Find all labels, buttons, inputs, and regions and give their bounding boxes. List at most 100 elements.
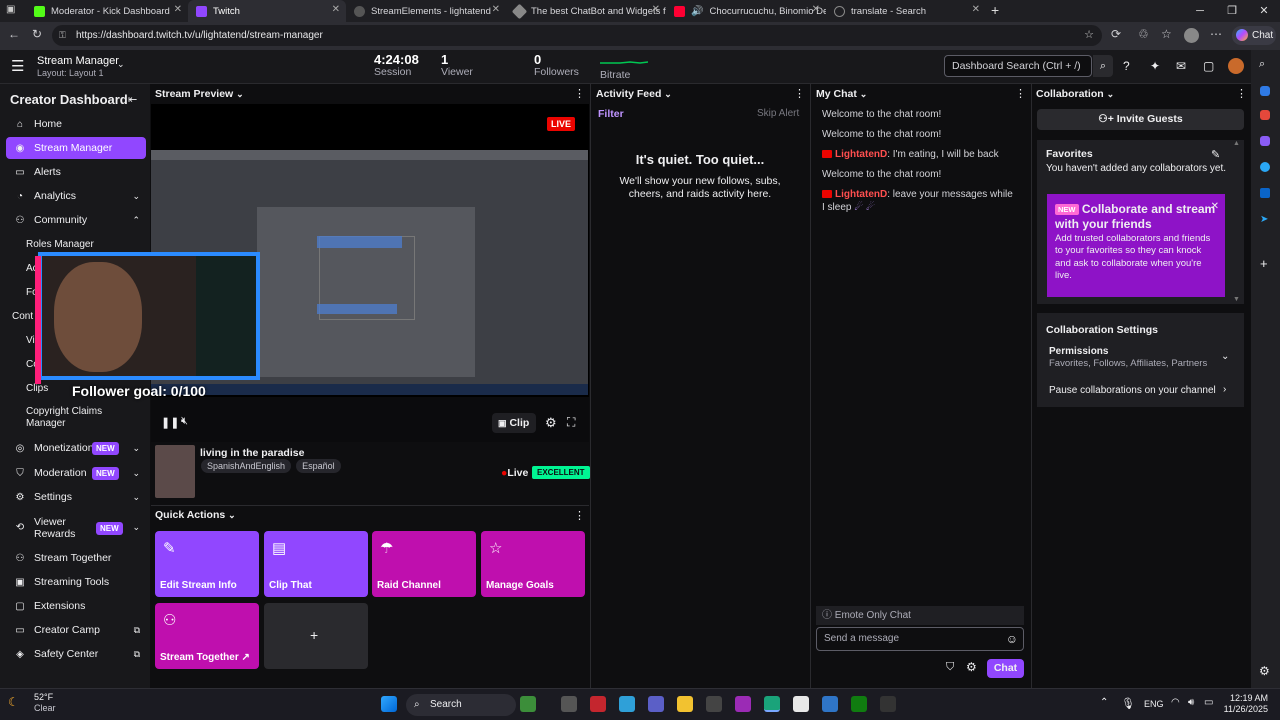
more-menu-icon[interactable]: ⋯ [1210,27,1222,41]
close-window-icon[interactable]: ✕ [1248,0,1280,22]
sidebar-item-community[interactable]: ⚇ Community ⌃ [6,209,146,231]
back-icon[interactable]: ← [8,27,20,41]
pause-icon[interactable]: ❚❚ [161,416,179,429]
user-avatar[interactable] [1228,58,1244,74]
site-info-icon[interactable]: ⚿ [59,25,66,46]
chat-send-button[interactable]: Chat [987,659,1024,678]
url-field[interactable]: ⚿ https://dashboard.twitch.tv/u/lightate… [52,25,1102,46]
copilot-chat-button[interactable]: Chat [1232,26,1276,45]
tab-actions-icon[interactable]: ▣ [6,4,15,15]
close-icon[interactable]: ✕ [1211,201,1219,212]
copilot-app-icon[interactable] [619,696,635,712]
collapse-sidebar-icon[interactable]: ⇤ [128,93,137,106]
tag-chip[interactable]: SpanishAndEnglish [201,459,292,473]
extensions-icon[interactable]: ⟳ [1111,27,1121,41]
tools-icon[interactable] [1260,110,1270,120]
sidebar-item-settings[interactable]: ⚙ Settings ⌄ [6,486,146,508]
chevron-right-icon[interactable]: › [1223,384,1226,395]
sidebar-subitem-copyright[interactable]: Copyright Claims [26,406,102,417]
close-icon[interactable]: ✕ [332,4,340,15]
refresh-icon[interactable]: ↻ [32,27,42,41]
edge-browser-icon[interactable] [764,696,780,712]
collaboration-header[interactable]: Collaboration ⌄ [1036,88,1114,106]
more-options-icon[interactable]: ⋮ [1236,87,1247,100]
app-icon[interactable] [822,696,838,712]
invite-guests-button[interactable]: ⚇+ Invite Guests [1037,109,1244,130]
dashboard-search-input[interactable]: Dashboard Search (Ctrl + /) [944,55,1092,77]
quick-actions-header[interactable]: Quick Actions ⌄ [155,509,236,527]
close-icon[interactable]: ✕ [652,4,660,15]
outlook-icon[interactable] [1260,188,1270,198]
pause-collab-link[interactable]: Pause collaborations on your channel [1049,385,1216,396]
emote-picker-icon[interactable]: ☺ [1006,628,1018,650]
stream-together-button[interactable]: ⚇ Stream Together ↗ [155,603,259,669]
whispers-icon[interactable]: ▢ [1203,59,1214,73]
sidebar-subitem-content[interactable]: Cont [12,311,33,322]
profile-avatar-icon[interactable] [1184,28,1199,43]
tag-chip[interactable]: Español [296,459,341,473]
send-icon[interactable]: ➤ [1260,214,1268,225]
sidebar-item-viewer-rewards[interactable]: ⟲ Viewer Rewards NEW ⌄ [6,516,146,544]
clip-that-button[interactable]: ▤ Clip That [264,531,368,597]
sidebar-item-safety-center[interactable]: ◈ Safety Center ⧉ [6,643,146,665]
chevron-up-icon[interactable]: ⌃ [1100,697,1108,708]
taskbar-search[interactable]: ⌕ Search [406,694,516,716]
add-quick-action-button[interactable]: + [264,603,368,669]
language-indicator[interactable]: ENG [1144,699,1164,709]
chevron-down-icon[interactable]: ⌄ [117,59,125,70]
clock[interactable]: 12:19 AM 11/26/2025 [1222,693,1268,715]
app-icon[interactable] [590,696,606,712]
sidebar-subitem-copyright-2[interactable]: Manager [26,418,65,429]
xbox-icon[interactable] [851,696,867,712]
close-icon[interactable]: ✕ [972,4,980,15]
sidebar-item-stream-together[interactable]: ⚇ Stream Together [6,547,146,569]
instagram-icon[interactable] [735,696,751,712]
speaker-icon[interactable]: 🔊 [691,6,703,17]
sidebar-item-analytics[interactable]: ◔ Analytics ⌄ [6,185,146,207]
tab-twitch[interactable]: Twitch ✕ [188,0,346,22]
tab-youtube[interactable]: 🔊 Chocurrucuchu, Binomio De ✕ [666,0,826,22]
sparkle-icon[interactable]: ✦ [1150,59,1160,73]
close-icon[interactable]: ✕ [174,4,182,15]
app-icon[interactable] [793,696,809,712]
teams-icon[interactable] [648,696,664,712]
my-chat-header[interactable]: My Chat ⌄ [816,88,867,106]
manage-goals-button[interactable]: ☆ Manage Goals [481,531,585,597]
scroll-up-icon[interactable]: ▲ [1233,140,1240,147]
raid-channel-button[interactable]: ☂ Raid Channel [372,531,476,597]
favorite-star-icon[interactable]: ☆ [1084,25,1094,46]
more-options-icon[interactable]: ⋮ [1015,87,1026,100]
mute-icon[interactable]: 🔇︎ [181,415,188,428]
inbox-icon[interactable]: ✉ [1176,59,1186,73]
permissions-label[interactable]: Permissions [1049,346,1108,357]
sidebar-item-alerts[interactable]: ▭ Alerts [6,161,146,183]
favorites-icon[interactable]: ☆ [1161,27,1172,41]
microphone-icon[interactable]: 🎙︎ [1121,697,1135,710]
gear-icon[interactable]: ⚙ [966,660,977,674]
chat-username[interactable]: LightatenD [835,149,887,160]
tab-chatbot[interactable]: The best ChatBot and Widgets fo ✕ [506,0,666,22]
filter-button[interactable]: Filter [598,108,624,120]
sidebar-item-monetization[interactable]: ◎ Monetization NEW ⌄ [6,437,146,459]
help-icon[interactable]: ? [1123,59,1130,73]
bag-icon[interactable] [1260,86,1270,96]
edit-pencil-icon[interactable]: ✎ [1211,148,1220,161]
search-button[interactable]: ⌕ [1093,55,1113,77]
chat-input[interactable]: Send a message ☺ [816,627,1024,651]
hamburger-menu-icon[interactable]: ☰ [11,57,24,75]
more-options-icon[interactable]: ⋮ [794,87,805,100]
app-icon[interactable] [880,696,896,712]
sidebar-item-moderation[interactable]: ⛉ Moderation NEW ⌄ [6,462,146,484]
fullscreen-icon[interactable]: ⛶ [567,415,575,430]
sidebar-item-stream-manager[interactable]: ◉ Stream Manager [6,137,146,159]
tab-kick[interactable]: Moderator - Kick Dashboard ✕ [26,0,188,22]
gear-icon[interactable]: ⚙ [1259,664,1270,678]
store-icon[interactable] [706,696,722,712]
close-icon[interactable]: ✕ [492,4,500,15]
activity-feed-header[interactable]: Activity Feed ⌄ [596,88,672,106]
gear-icon[interactable]: ⚙ [545,415,557,431]
shield-icon[interactable]: ⛉ [946,661,954,674]
sidebar-subitem-roles[interactable]: Roles Manager [26,239,94,250]
tab-translate[interactable]: translate - Search ✕ [826,0,986,22]
edit-stream-info-button[interactable]: ✎ Edit Stream Info [155,531,259,597]
